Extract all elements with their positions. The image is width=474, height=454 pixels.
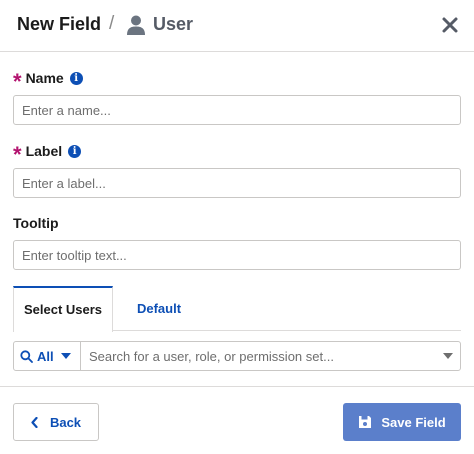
search-icon bbox=[20, 349, 33, 363]
tab-default[interactable]: Default bbox=[129, 286, 189, 331]
chevron-down-icon bbox=[443, 353, 453, 359]
object-label: User bbox=[153, 14, 194, 34]
save-icon bbox=[359, 416, 372, 428]
close-icon[interactable] bbox=[440, 15, 460, 35]
chevron-left-icon bbox=[31, 416, 38, 428]
chevron-down-icon bbox=[60, 353, 71, 359]
label-label-text: Label bbox=[25, 143, 63, 159]
user-icon bbox=[127, 15, 145, 35]
info-icon[interactable]: i bbox=[69, 71, 83, 85]
label-input[interactable] bbox=[13, 168, 461, 198]
search-input[interactable] bbox=[81, 342, 436, 370]
modal-header: New Field / User bbox=[0, 0, 474, 52]
modal-footer: Back Save Field bbox=[0, 386, 474, 454]
name-label-text: Name bbox=[25, 70, 64, 86]
user-search: All bbox=[13, 341, 461, 371]
name-input[interactable] bbox=[13, 95, 461, 125]
tooltip-input[interactable] bbox=[13, 240, 461, 270]
tooltip-label-text: Tooltip bbox=[13, 215, 59, 231]
save-field-button[interactable]: Save Field bbox=[343, 403, 461, 441]
page-title: New Field bbox=[17, 14, 102, 34]
breadcrumb-separator: / bbox=[109, 13, 115, 34]
info-icon[interactable]: i bbox=[68, 144, 82, 158]
required-icon: * bbox=[13, 142, 22, 167]
back-button[interactable]: Back bbox=[13, 403, 99, 441]
search-scope-dropdown[interactable]: All bbox=[14, 342, 81, 370]
search-dropdown-toggle[interactable] bbox=[436, 353, 460, 359]
name-label: * Name i bbox=[13, 69, 83, 94]
back-button-label: Back bbox=[49, 414, 82, 430]
search-scope-label: All bbox=[37, 348, 54, 364]
tab-bar: Select Users Default bbox=[13, 286, 461, 332]
label-label: * Label i bbox=[13, 142, 82, 167]
tab-select-users[interactable]: Select Users bbox=[13, 286, 113, 332]
tooltip-label: Tooltip bbox=[13, 215, 59, 231]
required-icon: * bbox=[13, 69, 22, 94]
save-button-label: Save Field bbox=[381, 414, 446, 430]
